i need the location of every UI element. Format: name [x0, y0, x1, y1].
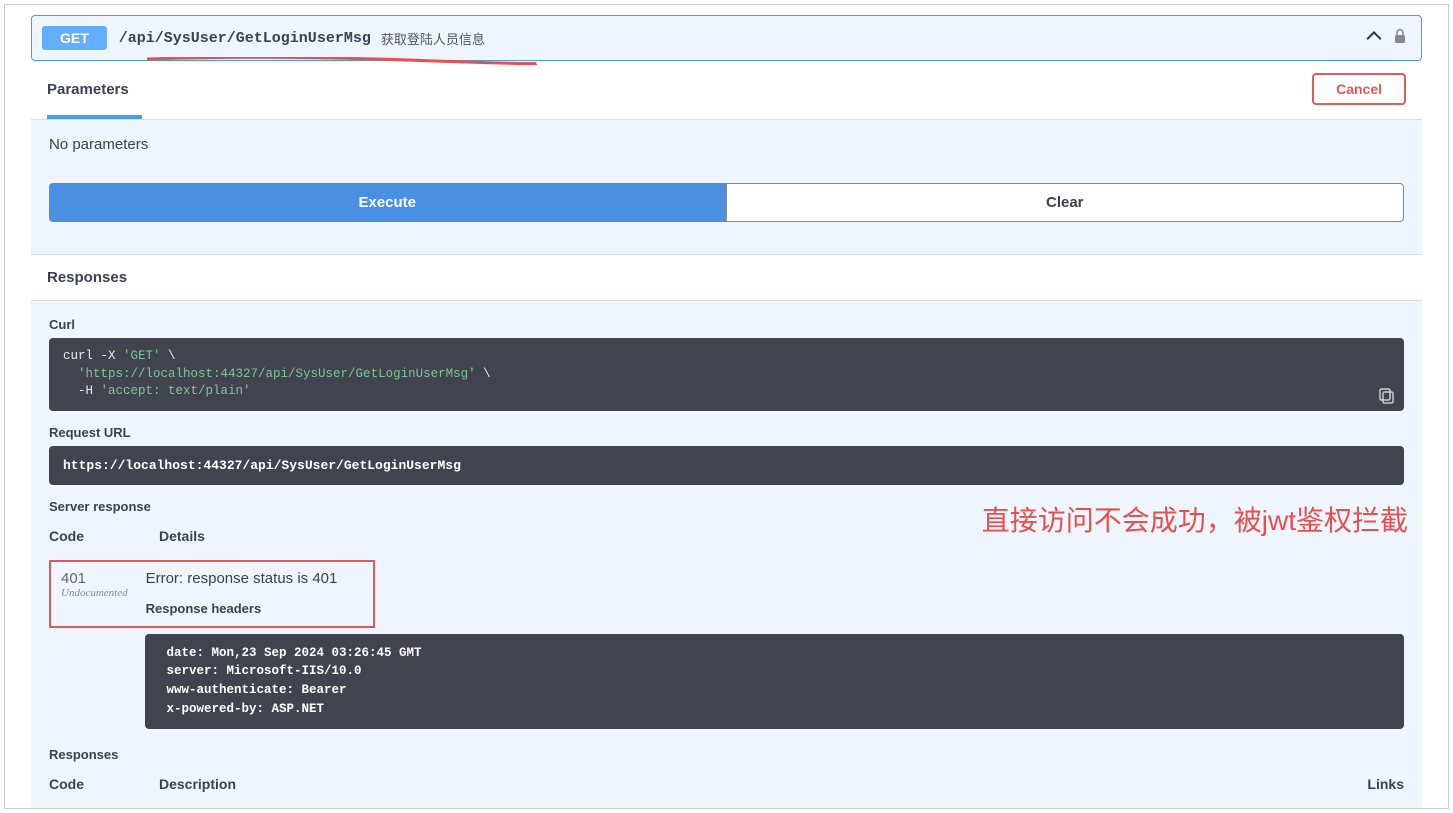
response-code: 401	[61, 570, 128, 587]
execute-button[interactable]: Execute	[49, 183, 726, 222]
annotation-underline	[147, 57, 537, 65]
request-url-label: Request URL	[49, 425, 1404, 440]
parameters-body: No parameters Execute Clear	[31, 120, 1422, 254]
chevron-up-icon[interactable]	[1365, 27, 1383, 45]
endpoint-summary: 获取登陆人员信息	[381, 29, 485, 48]
error-message: Error: response status is 401	[146, 570, 338, 587]
responses-body: Curl curl -X 'GET' \ 'https://localhost:…	[31, 301, 1422, 808]
copy-icon[interactable]	[1378, 387, 1396, 405]
description-column-header: Description	[159, 776, 236, 792]
no-parameters-text: No parameters	[49, 136, 1404, 153]
parameters-title: Parameters	[47, 81, 129, 98]
responses-label-2: Responses	[49, 747, 1404, 762]
response-401-highlight: 401 Undocumented Error: response status …	[49, 560, 375, 628]
request-url-box: https://localhost:44327/api/SysUser/GetL…	[49, 446, 1404, 485]
response-headers-label: Response headers	[146, 601, 338, 616]
lock-icon[interactable]	[1393, 28, 1407, 44]
curl-code-block: curl -X 'GET' \ 'https://localhost:44327…	[49, 338, 1404, 411]
curl-label: Curl	[49, 317, 1404, 332]
links-column-header: Links	[1367, 776, 1404, 792]
code-column-header: Code	[49, 528, 129, 544]
undocumented-label: Undocumented	[61, 587, 128, 599]
cancel-button[interactable]: Cancel	[1312, 73, 1406, 105]
code-column-header-2: Code	[49, 776, 129, 792]
clear-button[interactable]: Clear	[726, 183, 1405, 222]
response-headers-box: date: Mon,23 Sep 2024 03:26:45 GMT serve…	[145, 634, 1404, 729]
parameters-header: Parameters Cancel	[31, 61, 1422, 105]
endpoint-path: /api/SysUser/GetLoginUserMsg	[119, 30, 371, 47]
details-column-header: Details	[159, 528, 205, 544]
responses-header: Responses	[31, 254, 1422, 301]
method-badge: GET	[42, 26, 107, 50]
operation-header[interactable]: GET /api/SysUser/GetLoginUserMsg 获取登陆人员信…	[31, 15, 1422, 61]
server-response-label: Server response	[49, 499, 1404, 514]
